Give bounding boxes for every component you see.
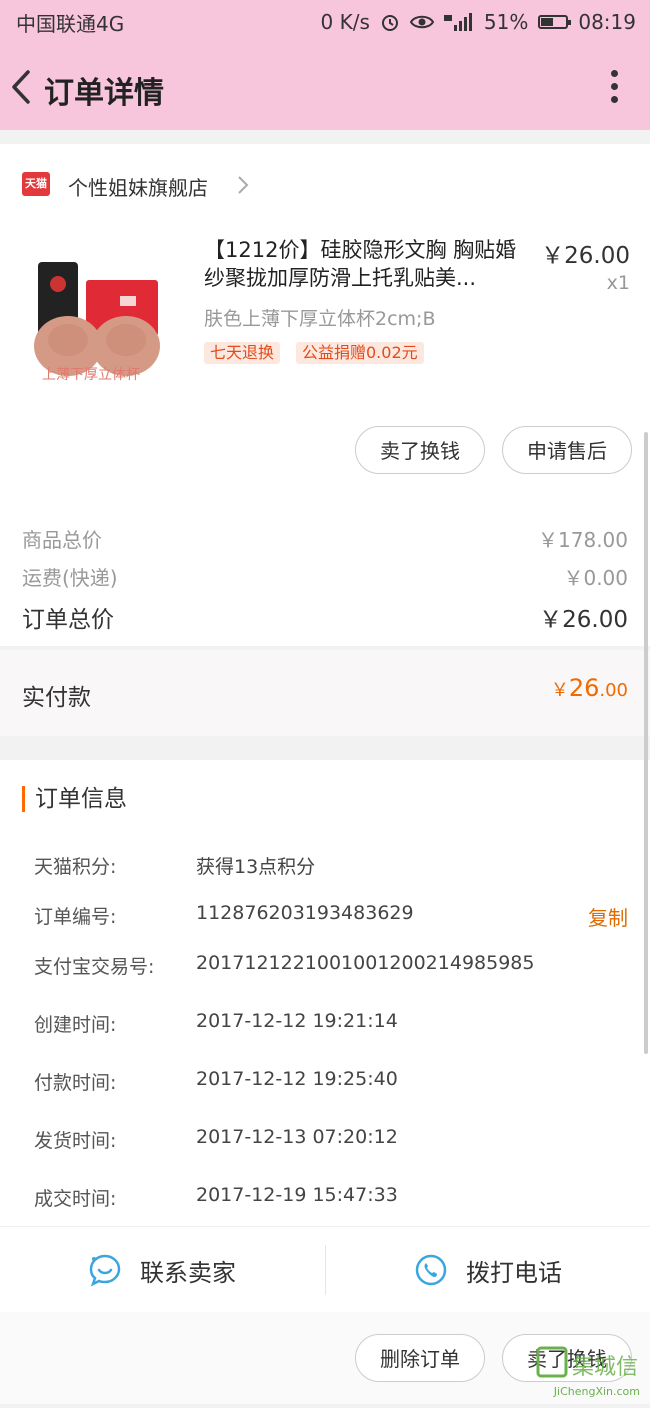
info-value: 2017-12-12 19:21:14	[196, 1010, 398, 1032]
shop-header[interactable]: 天猫 个性姐妹旗舰店	[0, 144, 650, 236]
paid-amount-row: 实付款 ￥26.00	[0, 650, 650, 736]
call-phone-button[interactable]: 拨打电话	[326, 1227, 650, 1313]
battery-percent: 51%	[483, 10, 529, 34]
watermark-logo: 集城信 JiChengXin.com	[530, 1334, 650, 1404]
after-sales-button[interactable]: 申请售后	[502, 426, 632, 474]
paid-value: ￥26.00	[551, 674, 628, 702]
product-card: 上薄下厚立体杯 【1212价】硅胶隐形文胸 胸贴婚纱聚拢加厚防滑上托乳贴美...…	[0, 236, 650, 646]
contact-seller-label: 联系卖家	[140, 1258, 236, 1287]
shipping-label: 运费(快递)	[22, 566, 118, 590]
paid-currency: ￥	[550, 680, 569, 701]
product-price: ￥26.00	[541, 243, 630, 269]
phone-icon	[415, 1254, 447, 1286]
back-arrow-icon[interactable]	[6, 64, 46, 110]
status-icons: 0 K/s 51% 08:19	[321, 10, 636, 34]
paid-int: 26	[568, 674, 600, 702]
return-policy-badge: 七天退换	[204, 342, 281, 364]
resell-button[interactable]: 卖了换钱	[355, 426, 485, 474]
contact-seller-button[interactable]: 联系卖家	[0, 1227, 324, 1313]
copy-button[interactable]: 复制	[588, 902, 628, 931]
scrollbar[interactable]	[644, 432, 648, 1054]
shipping-row: 运费(快递) ￥0.00	[22, 562, 628, 591]
clock: 08:19	[578, 10, 636, 34]
info-value: 2017121221001001200214985985	[196, 952, 535, 974]
signal-icon	[443, 13, 472, 31]
info-key: 发货时间:	[34, 1130, 117, 1152]
status-bar: 中国联通4G 0 K/s 51% 08:19	[0, 0, 650, 44]
info-value: 2017-12-13 07:20:12	[196, 1126, 398, 1148]
watermark-url: JiChengXin.com	[553, 1385, 640, 1398]
paid-decimal: .00	[599, 680, 628, 701]
order-total-value: ￥26.00	[539, 607, 628, 633]
product-quantity: x1	[606, 272, 630, 294]
info-key: 付款时间:	[34, 1072, 117, 1094]
image-caption: 上薄下厚立体杯	[42, 367, 140, 383]
info-key: 创建时间:	[34, 1014, 117, 1036]
app-bar: 订单详情	[0, 44, 650, 130]
paid-label: 实付款	[22, 685, 91, 711]
more-menu-icon[interactable]	[604, 70, 624, 106]
info-key: 天猫积分:	[34, 856, 117, 878]
shipping-value: ￥0.00	[563, 566, 628, 590]
call-phone-label: 拨打电话	[466, 1258, 562, 1287]
order-total-label: 订单总价	[22, 607, 114, 633]
order-total-row: 订单总价 ￥26.00	[22, 600, 628, 634]
info-value: 获得13点积分	[196, 856, 316, 878]
info-value: 112876203193483629	[196, 902, 414, 924]
product-sku: 肤色上薄下厚立体杯2cm;B	[204, 308, 436, 330]
product-title[interactable]: 【1212价】硅胶隐形文胸 胸贴婚纱聚拢加厚防滑上托乳贴美...	[204, 236, 534, 292]
page-title: 订单详情	[44, 76, 164, 111]
goods-total-value: ￥178.00	[538, 528, 628, 552]
carrier-label: 中国联通4G	[16, 11, 125, 36]
chevron-right-icon	[238, 176, 249, 194]
info-key: 订单编号:	[34, 906, 117, 928]
eye-icon	[409, 15, 434, 29]
watermark-brand: 集城信	[572, 1355, 638, 1380]
charity-badge: 公益捐赠0.02元	[296, 342, 424, 364]
info-value: 2017-12-19 15:47:33	[196, 1184, 398, 1206]
shop-name: 个性姐妹旗舰店	[68, 176, 208, 200]
order-info-title: 订单信息	[22, 786, 127, 812]
info-key: 支付宝交易号:	[34, 956, 155, 978]
chat-bubble-icon	[89, 1254, 121, 1287]
contact-bar: 联系卖家 拨打电话	[0, 1226, 650, 1313]
goods-total-row: 商品总价 ￥178.00	[22, 524, 628, 553]
delete-order-button[interactable]: 删除订单	[355, 1334, 485, 1382]
tmall-logo-icon: 天猫	[22, 172, 50, 196]
product-image[interactable]: 上薄下厚立体杯	[28, 250, 168, 398]
order-info-section: 订单信息 天猫积分: 获得13点积分 订单编号: 112876203193483…	[0, 760, 650, 1226]
goods-total-label: 商品总价	[22, 528, 102, 552]
alarm-icon	[381, 15, 398, 31]
info-key: 成交时间:	[34, 1188, 117, 1210]
bottom-action-bar: 删除订单 卖了换钱 集城信 JiChengXin.com	[0, 1312, 650, 1404]
network-speed: 0 K/s	[320, 10, 370, 34]
battery-icon	[538, 15, 572, 29]
info-value: 2017-12-12 19:25:40	[196, 1068, 398, 1090]
